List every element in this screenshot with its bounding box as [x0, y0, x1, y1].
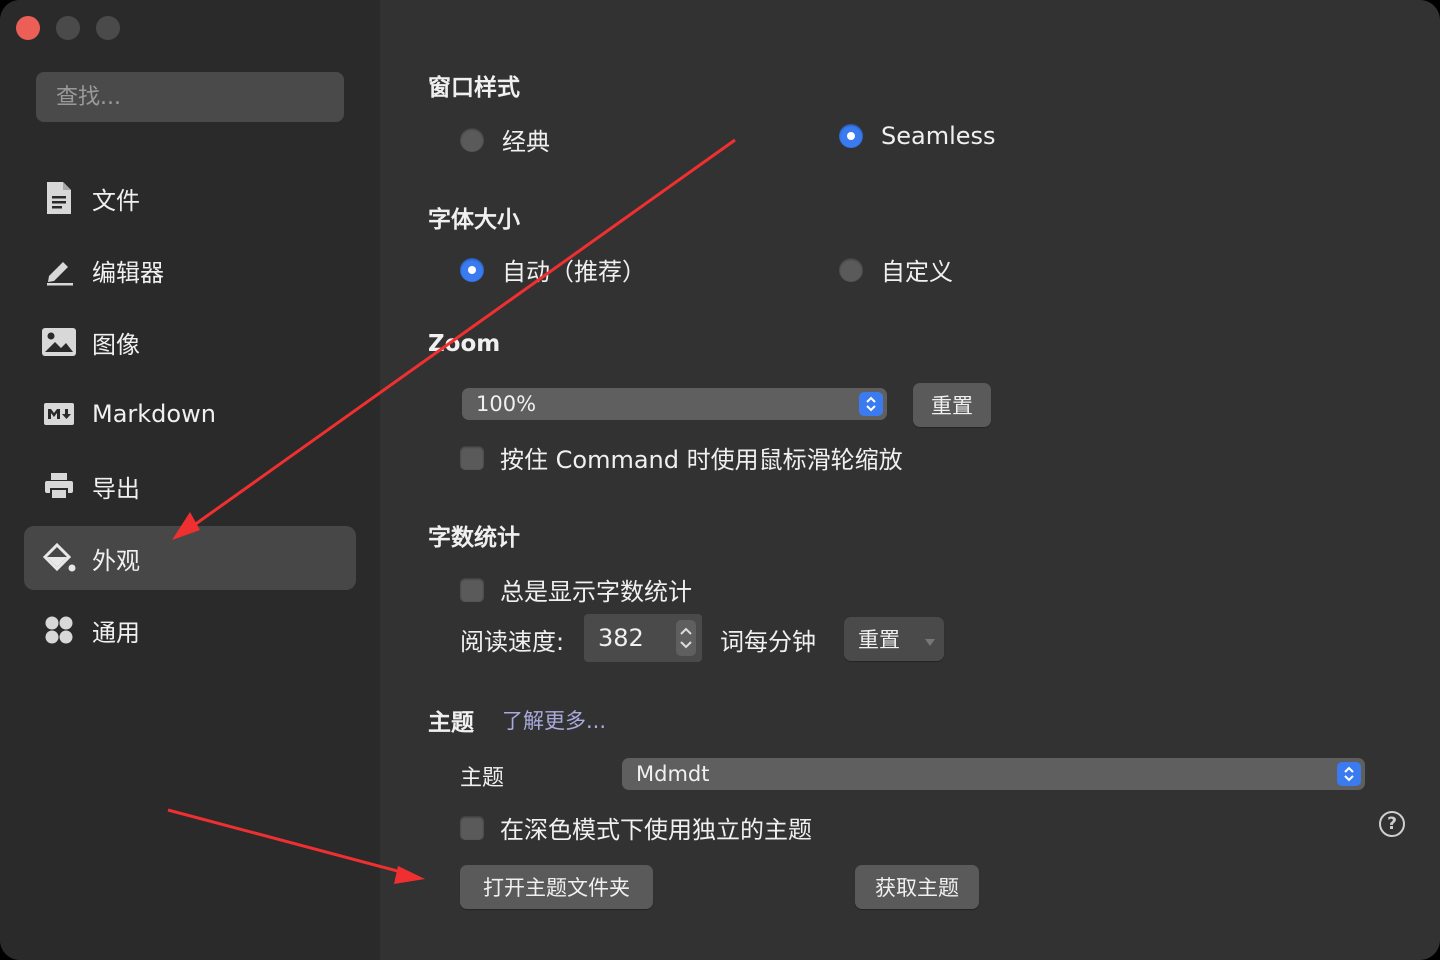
sidebar-item-editor[interactable]: 编辑器: [24, 238, 356, 302]
reading-speed-label: 阅读速度:: [460, 628, 565, 656]
pencil-icon: [40, 251, 78, 289]
learn-more-link[interactable]: 了解更多...: [502, 705, 606, 735]
font-size-auto-option[interactable]: 自动（推荐）: [460, 252, 646, 287]
grid-icon: [40, 611, 78, 649]
stepper-arrows-icon[interactable]: [676, 620, 696, 656]
checkbox[interactable]: [460, 577, 484, 602]
checkbox[interactable]: [460, 815, 484, 840]
search-input[interactable]: [36, 72, 344, 122]
updown-chevron-icon: [1337, 762, 1361, 786]
always-show-word-count-option[interactable]: 总是显示字数统计: [460, 572, 692, 607]
font-size-custom-option[interactable]: 自定义: [839, 252, 953, 287]
window-style-classic-option[interactable]: 经典: [460, 122, 550, 157]
help-icon[interactable]: ?: [1379, 811, 1405, 837]
sidebar-item-file[interactable]: 文件: [24, 166, 356, 230]
chevron-down-icon: [924, 629, 936, 653]
markdown-icon: [40, 395, 78, 433]
option-label: 经典: [502, 128, 550, 156]
option-label: 自动（推荐）: [502, 258, 646, 286]
option-label: 按住 Command 时使用鼠标滑轮缩放: [500, 446, 903, 474]
checkbox[interactable]: [460, 445, 484, 470]
sidebar-item-label: 编辑器: [92, 258, 164, 287]
window-style-seamless-option[interactable]: Seamless: [839, 122, 996, 150]
theme-heading: 主题: [428, 710, 474, 736]
option-label: 在深色模式下使用独立的主题: [500, 816, 812, 844]
option-label: Seamless: [881, 122, 996, 150]
preferences-window: 文件 编辑器 图像 Markdown 导出: [0, 0, 1440, 960]
sidebar-item-label: 通用: [92, 618, 140, 647]
file-icon: [40, 179, 78, 217]
zoom-select[interactable]: 100%: [462, 388, 887, 420]
theme-label: 主题: [460, 766, 505, 791]
option-label: 自定义: [881, 258, 953, 286]
image-icon: [40, 323, 78, 361]
appearance-settings: 窗口样式 经典 Seamless 字体大小 自动（推荐） 自定义 Zoom 10…: [380, 0, 1440, 960]
sidebar-item-label: 图像: [92, 330, 140, 359]
sidebar-item-label: 外观: [92, 546, 140, 575]
option-label: 总是显示字数统计: [500, 578, 692, 606]
updown-chevron-icon: [859, 392, 883, 416]
zoom-value: 100%: [476, 392, 537, 416]
get-themes-button[interactable]: 获取主题: [855, 865, 979, 909]
maximize-window-button[interactable]: [96, 16, 120, 40]
dark-mode-theme-option[interactable]: 在深色模式下使用独立的主题: [460, 810, 812, 845]
radio-button[interactable]: [460, 127, 484, 152]
paint-bucket-icon: [40, 539, 78, 577]
font-size-heading: 字体大小: [428, 207, 520, 233]
sidebar-item-export[interactable]: 导出: [24, 454, 356, 518]
sidebar-item-markdown[interactable]: Markdown: [24, 382, 356, 446]
sidebar: 文件 编辑器 图像 Markdown 导出: [0, 0, 380, 960]
reset-label: 重置: [858, 628, 900, 652]
open-theme-folder-button[interactable]: 打开主题文件夹: [460, 865, 653, 909]
reading-speed-value: 382: [598, 624, 644, 652]
theme-select[interactable]: Mdmdt: [622, 758, 1365, 790]
sidebar-item-appearance[interactable]: 外观: [24, 526, 356, 590]
window-style-heading: 窗口样式: [428, 75, 520, 101]
zoom-heading: Zoom: [428, 331, 501, 357]
sidebar-item-image[interactable]: 图像: [24, 310, 356, 374]
sidebar-item-label: 文件: [92, 186, 140, 215]
close-window-button[interactable]: [16, 16, 40, 40]
radio-button[interactable]: [839, 124, 863, 148]
words-per-minute-label: 词每分钟: [720, 628, 816, 656]
theme-value: Mdmdt: [636, 762, 710, 786]
command-scroll-zoom-option[interactable]: 按住 Command 时使用鼠标滑轮缩放: [460, 440, 903, 475]
radio-button[interactable]: [839, 257, 863, 282]
sidebar-item-label: Markdown: [92, 400, 216, 428]
zoom-reset-button[interactable]: 重置: [913, 383, 991, 427]
printer-icon: [40, 467, 78, 505]
word-count-reset-dropdown[interactable]: 重置: [844, 617, 944, 661]
reading-speed-stepper[interactable]: 382: [584, 614, 702, 662]
word-count-heading: 字数统计: [428, 525, 520, 551]
sidebar-item-general[interactable]: 通用: [24, 598, 356, 662]
radio-button[interactable]: [460, 257, 484, 282]
sidebar-item-label: 导出: [92, 474, 140, 503]
minimize-window-button[interactable]: [56, 16, 80, 40]
